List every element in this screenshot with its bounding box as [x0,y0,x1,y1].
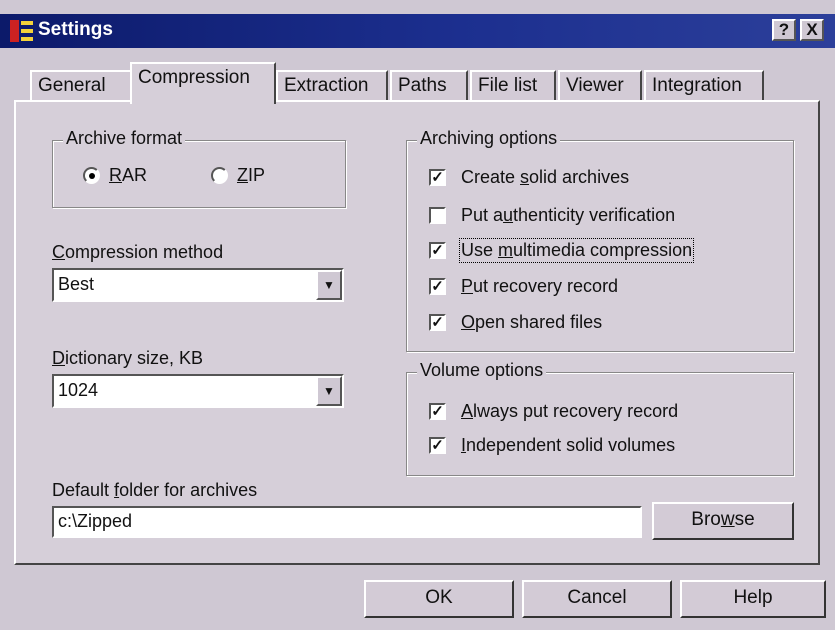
dictionary-size-label: Dictionary size, KB [52,348,204,368]
authenticity-verification-label[interactable]: Put authenticity verification [461,205,675,226]
tab-strip: General Compression Extraction Paths Fil… [14,62,824,104]
tab-integration[interactable]: Integration [644,70,764,102]
dictionary-size-select[interactable]: 1024 ▼ [52,374,344,408]
chevron-down-icon[interactable]: ▼ [316,376,342,406]
tab-compression[interactable]: Compression [130,62,276,104]
compression-method-select[interactable]: Best ▼ [52,268,344,302]
tab-viewer[interactable]: Viewer [558,70,642,102]
chevron-down-icon[interactable]: ▼ [316,270,342,300]
title-bar[interactable]: Settings ? X [0,14,835,48]
tab-paths[interactable]: Paths [390,70,468,102]
authenticity-verification-checkbox[interactable] [429,207,446,224]
independent-solid-volumes-checkbox[interactable]: ✓ [429,437,446,454]
settings-dialog: Settings ? X General Compression Extract… [0,0,835,630]
cancel-button[interactable]: Cancel [522,580,672,618]
browse-button[interactable]: Browse [652,502,794,540]
always-recovery-record-checkbox[interactable]: ✓ [429,403,446,420]
rar-label[interactable]: RAR [109,165,147,186]
recovery-record-checkbox[interactable]: ✓ [429,278,446,295]
compression-panel: Archive format RAR ZIP Compression metho… [14,100,820,565]
tab-file-list[interactable]: File list [470,70,556,102]
tab-extraction[interactable]: Extraction [276,70,388,102]
default-folder-input[interactable]: c:\Zipped [52,506,642,538]
zip-radio[interactable] [211,167,228,184]
archiving-options-group: Archiving options ✓ Create solid archive… [406,128,794,352]
compression-method-value: Best [58,274,95,294]
volume-options-label: Volume options [417,360,547,381]
multimedia-compression-label[interactable]: Use multimedia compression [458,238,695,263]
recovery-record-label[interactable]: Put recovery record [461,276,618,297]
tab-general[interactable]: General [30,70,134,102]
app-icon [10,20,34,42]
zip-label[interactable]: ZIP [237,165,265,186]
open-shared-files-checkbox[interactable]: ✓ [429,314,446,331]
independent-solid-volumes-label[interactable]: Independent solid volumes [461,435,675,456]
rar-radio[interactable] [83,167,100,184]
solid-archives-checkbox[interactable]: ✓ [429,169,446,186]
archive-format-group: Archive format RAR ZIP [52,128,346,208]
always-recovery-record-label[interactable]: Always put recovery record [461,401,678,422]
archiving-options-label: Archiving options [417,128,561,149]
help-button[interactable]: Help [680,580,826,618]
close-button[interactable]: X [800,19,824,41]
compression-method-label: Compression method [52,242,224,262]
ok-button[interactable]: OK [364,580,514,618]
default-folder-label: Default folder for archives [52,480,258,500]
open-shared-files-label[interactable]: Open shared files [461,312,602,333]
volume-options-group: Volume options ✓ Always put recovery rec… [406,360,794,476]
dictionary-size-value: 1024 [58,380,99,400]
help-title-button[interactable]: ? [772,19,796,41]
solid-archives-label[interactable]: Create solid archives [461,167,629,188]
window-title: Settings [38,19,113,40]
multimedia-compression-checkbox[interactable]: ✓ [429,242,446,259]
archive-format-label: Archive format [63,128,186,149]
